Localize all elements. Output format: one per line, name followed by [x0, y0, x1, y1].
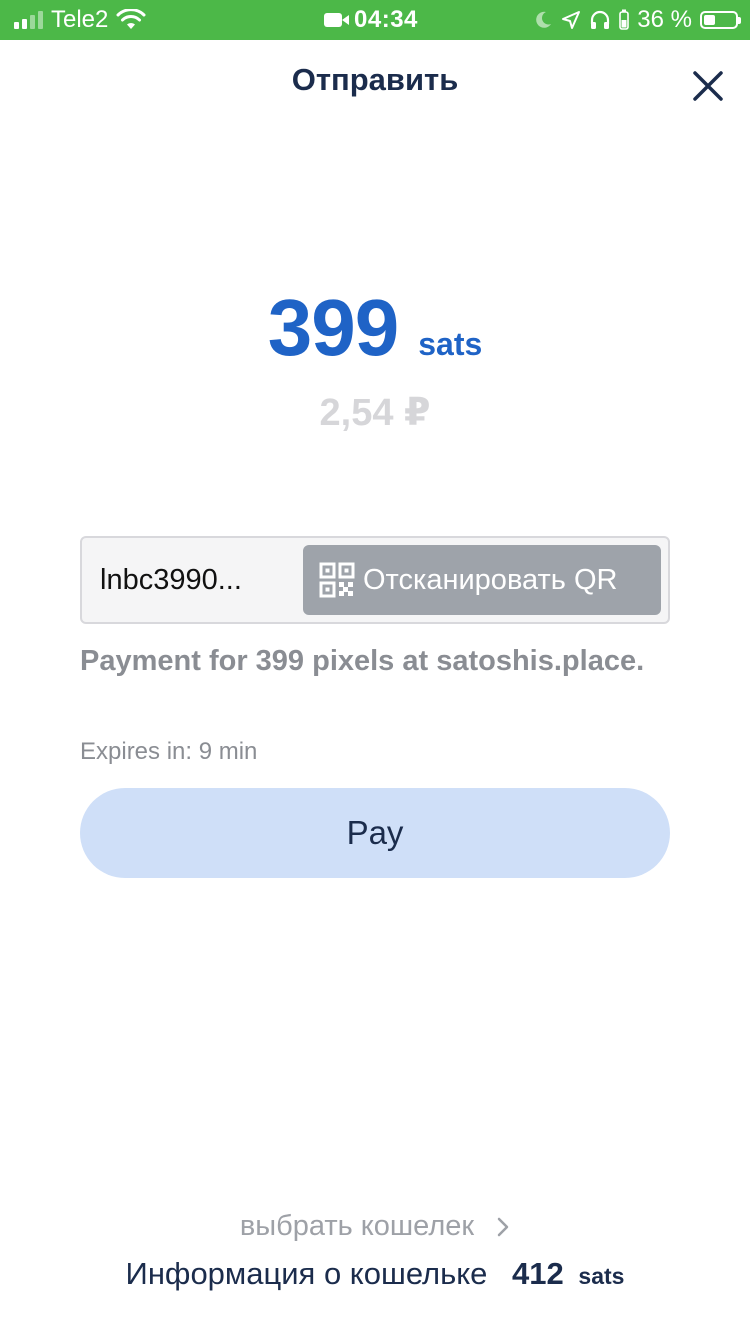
battery-charge-icon [619, 9, 630, 30]
invoice-field[interactable]: lnbc3990... Отсканировать QR [80, 536, 670, 624]
payment-description: Payment for 399 pixels at satoshis.place… [80, 645, 645, 677]
choose-wallet-link[interactable]: выбрать кошелек [0, 1210, 750, 1243]
moon-icon [536, 11, 552, 28]
battery-icon [700, 11, 741, 29]
wallet-info-label: Информация о кошельке [125, 1256, 488, 1291]
status-left: Tele2 [14, 5, 146, 35]
status-bar: Tele2 04:34 36 % [0, 0, 750, 40]
amount-value: 399 [267, 283, 399, 372]
camera-icon [324, 13, 349, 27]
location-icon [562, 11, 581, 29]
choose-wallet-label: выбрать кошелек [239, 1210, 475, 1242]
status-time: 04:34 [354, 6, 418, 33]
status-right: 36 % [533, 5, 741, 35]
wifi-icon [116, 9, 146, 29]
scan-qr-button[interactable]: Отсканировать QR [303, 545, 661, 615]
signal-icon [14, 11, 43, 29]
pay-button[interactable]: Pay [80, 788, 670, 878]
invoice-value[interactable]: lnbc3990... [100, 538, 280, 622]
wallet-info-button[interactable]: Информация о кошельке 412 sats [0, 1256, 750, 1292]
wallet-balance-unit: sats [578, 1263, 625, 1289]
status-center: 04:34 [324, 5, 418, 35]
battery-percent: 36 % [637, 6, 692, 33]
scan-qr-label: Отсканировать QR [363, 563, 618, 596]
amount-unit: sats [418, 326, 483, 362]
send-screen: Tele2 04:34 36 % Отправить 399 sats 2,54… [0, 0, 750, 1334]
wallet-balance-value: 412 [512, 1256, 564, 1291]
qr-code-icon [319, 562, 355, 598]
expiry-text: Expires in: 9 min [80, 738, 258, 765]
chevron-right-icon [497, 1218, 509, 1237]
battery-level [704, 15, 715, 25]
close-icon [693, 71, 723, 101]
amount-display: 399 sats [0, 282, 750, 374]
close-button[interactable] [690, 68, 726, 104]
headphones-icon [591, 10, 610, 29]
carrier-name: Tele2 [51, 6, 109, 33]
fiat-amount: 2,54 ₽ [319, 392, 431, 434]
page-title: Отправить [291, 62, 459, 97]
